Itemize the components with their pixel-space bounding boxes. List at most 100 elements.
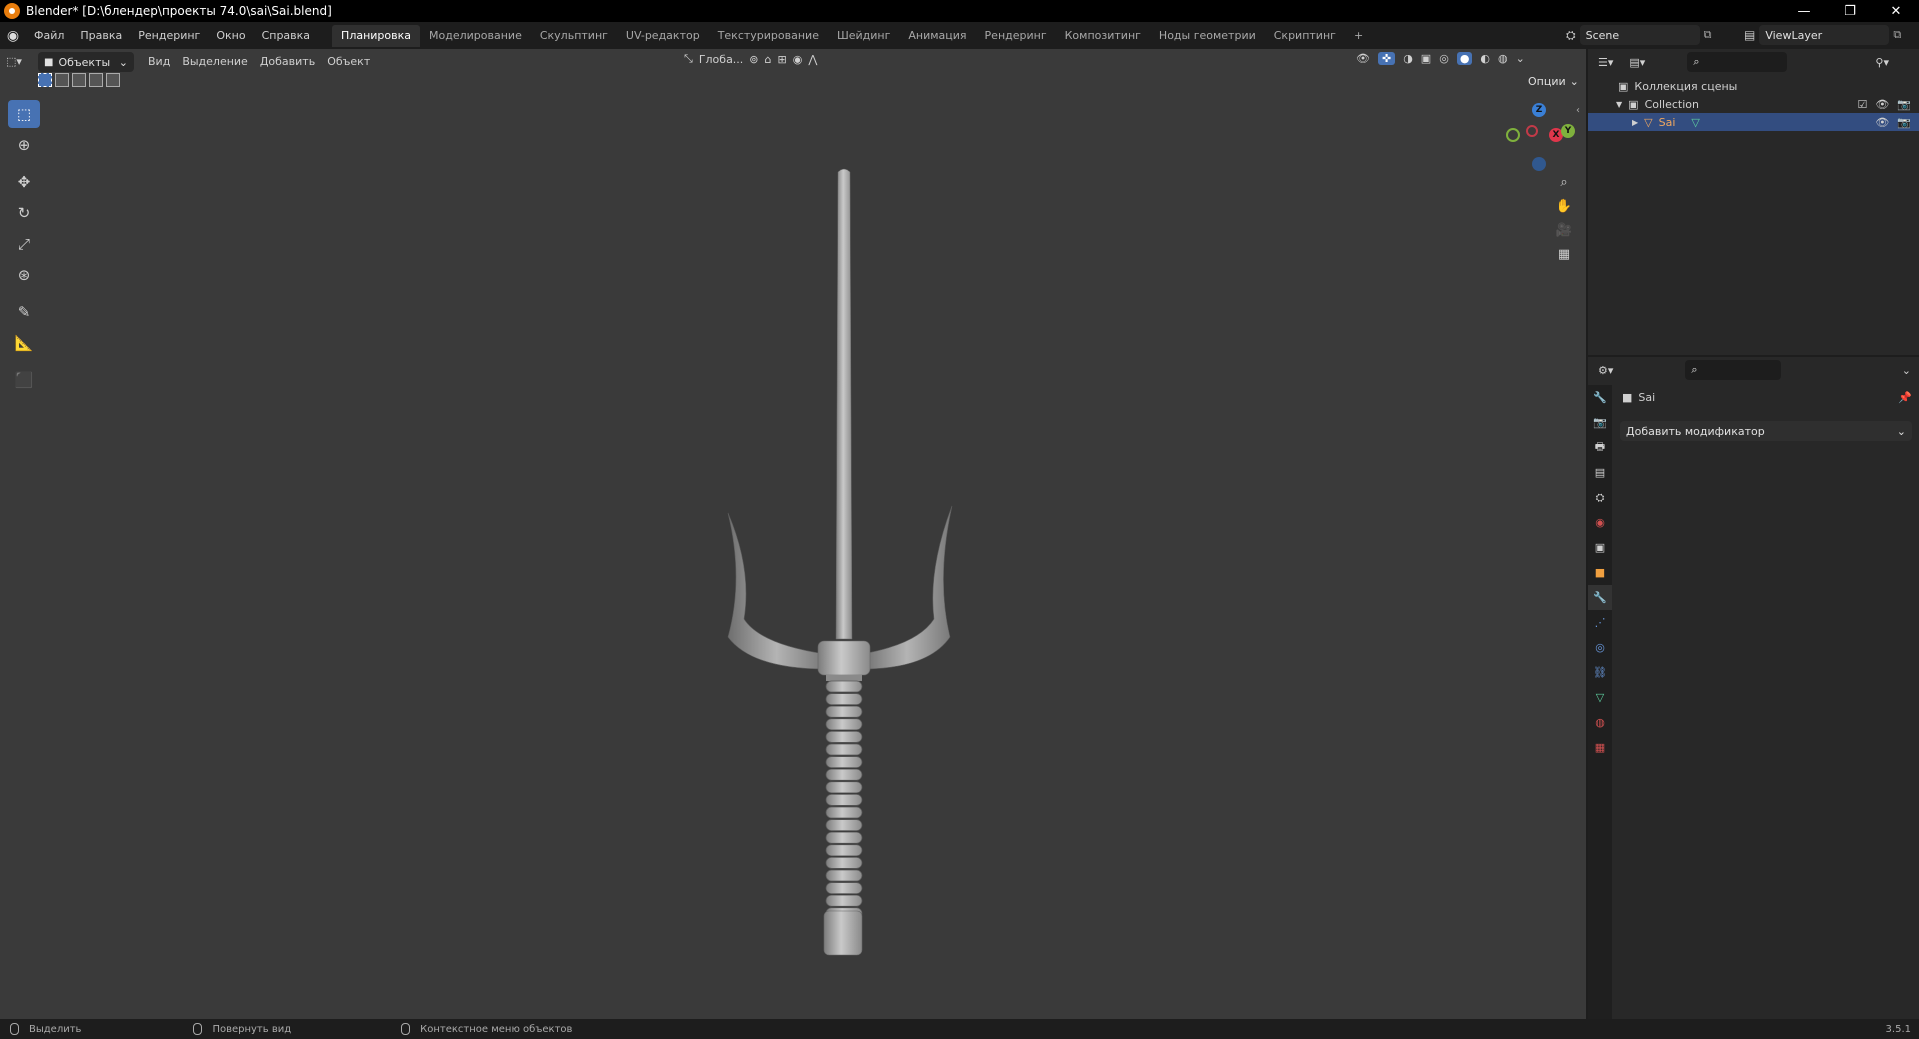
chevron-down-icon[interactable]: ⌄ — [1902, 364, 1911, 377]
outliner-row-collection[interactable]: ▼ ▣ Collection ☑ 👁 📷 — [1588, 95, 1919, 113]
view-layer-icon[interactable]: ▤ — [1744, 28, 1755, 42]
blender-menu-icon[interactable]: ◉ — [0, 28, 26, 44]
data-tab-icon[interactable]: ▽ — [1588, 685, 1612, 710]
output-tab-icon[interactable]: 🖶 — [1588, 435, 1612, 460]
minimize-button[interactable]: — — [1781, 0, 1827, 22]
particles-tab-icon[interactable]: ⋰ — [1588, 610, 1612, 635]
render-camera-icon[interactable]: 📷 — [1897, 98, 1911, 111]
properties-search-input[interactable]: ⌕ — [1685, 360, 1782, 380]
gizmo-z-axis[interactable]: Z — [1532, 103, 1546, 117]
gizmo-neg-x-axis[interactable] — [1526, 125, 1538, 137]
scene-tab-icon[interactable]: ⛭ — [1588, 485, 1612, 510]
camera-view-icon[interactable]: 🎥 — [1552, 218, 1576, 242]
scene-icon[interactable]: ⛭ — [1566, 28, 1576, 43]
select-box-tool-icon[interactable]: ⬚ — [8, 100, 40, 128]
render-tab-icon[interactable]: 📷 — [1588, 410, 1612, 435]
properties-editor-icon[interactable]: ⚙▾ — [1598, 364, 1613, 377]
collection-tab-icon[interactable]: ▣ — [1588, 535, 1612, 560]
new-scene-icon[interactable]: ⧉ — [1704, 28, 1718, 42]
navigation-gizmo[interactable]: Z X Y — [1500, 101, 1576, 177]
transform-tool-icon[interactable]: ⊛ — [8, 261, 40, 289]
rendered-shading-icon[interactable]: ◍ — [1498, 52, 1508, 65]
rotate-tool-icon[interactable]: ↻ — [8, 199, 40, 227]
modifier-tab-icon[interactable]: 🔧 — [1588, 585, 1612, 610]
tab-texture-paint[interactable]: Текстурирование — [709, 25, 828, 47]
options-dropdown[interactable]: Опции ⌄ — [1522, 71, 1582, 91]
visibility-icon[interactable]: 👁 — [1356, 52, 1370, 65]
gizmo-neg-z-axis[interactable] — [1532, 157, 1546, 171]
select-new-icon[interactable] — [38, 73, 52, 87]
add-cube-tool-icon[interactable]: ⬛ — [8, 366, 40, 394]
new-view-layer-icon[interactable]: ⧉ — [1893, 28, 1907, 42]
tab-geometry-nodes[interactable]: Ноды геометрии — [1150, 25, 1265, 47]
tab-rendering[interactable]: Рендеринг — [976, 25, 1056, 47]
close-button[interactable]: ✕ — [1873, 0, 1919, 22]
tab-uv-editing[interactable]: UV-редактор — [617, 25, 709, 47]
gizmo-y-axis[interactable]: Y — [1561, 124, 1575, 138]
outliner-row-sai[interactable]: ▶ ▽ Sai ▽ 👁 📷 — [1588, 113, 1919, 131]
tab-sculpting[interactable]: Скульптинг — [531, 25, 617, 47]
menu-file[interactable]: Файл — [26, 26, 72, 46]
menu-window[interactable]: Окно — [208, 26, 253, 46]
scene-selector[interactable]: Scene — [1579, 25, 1700, 45]
cursor-tool-icon[interactable]: ⊕ — [8, 131, 40, 159]
outliner-search-input[interactable]: ⌕ — [1687, 52, 1788, 72]
zoom-icon[interactable]: ⌕ — [1552, 170, 1576, 194]
texture-tab-icon[interactable]: ▦ — [1588, 735, 1612, 760]
xray-icon[interactable]: ▣ — [1421, 52, 1431, 65]
orientation-selector[interactable]: Глоба... — [699, 53, 743, 66]
pan-hand-icon[interactable]: ✋ — [1552, 194, 1576, 218]
select-extend-icon[interactable] — [55, 73, 69, 87]
tool-tab-icon[interactable]: 🔧 — [1588, 385, 1612, 410]
sai-model[interactable] — [727, 168, 953, 956]
filter-icon[interactable]: ⚲▾ — [1875, 56, 1889, 69]
menu-object[interactable]: Объект — [321, 52, 376, 72]
exclude-checkbox[interactable]: ☑ — [1857, 98, 1867, 111]
visibility-eye-icon[interactable]: 👁 — [1875, 98, 1889, 111]
overlay-icon[interactable]: ◑ — [1403, 52, 1413, 65]
add-modifier-dropdown[interactable]: Добавить модификатор ⌄ — [1620, 421, 1912, 441]
menu-edit[interactable]: Правка — [72, 26, 130, 46]
view-layer-tab-icon[interactable]: ▤ — [1588, 460, 1612, 485]
3d-viewport[interactable]: Z X Y ⌕ ✋ 🎥 ▦ ‹ — [0, 49, 1586, 1019]
shading-options-icon[interactable]: ⌄ — [1516, 52, 1525, 65]
measure-tool-icon[interactable]: 📐 — [8, 329, 40, 357]
sidebar-toggle-icon[interactable]: ‹ — [1576, 105, 1580, 116]
menu-view[interactable]: Вид — [142, 52, 176, 72]
solid-shading-icon[interactable]: ● — [1456, 52, 1473, 65]
tab-scripting[interactable]: Скриптинг — [1265, 25, 1345, 47]
view-layer-selector[interactable]: ViewLayer — [1759, 25, 1890, 45]
gizmo-toggle-icon[interactable]: ✜ — [1377, 52, 1396, 65]
menu-add[interactable]: Добавить — [254, 52, 321, 72]
maximize-button[interactable]: ❐ — [1827, 0, 1873, 22]
mesh-data-icon[interactable]: ▽ — [1691, 116, 1699, 129]
gizmo-neg-y-axis[interactable] — [1506, 128, 1520, 142]
proportional-edit-icon[interactable]: ◉ — [793, 53, 803, 66]
visibility-eye-icon[interactable]: 👁 — [1875, 116, 1889, 129]
move-tool-icon[interactable]: ✥ — [8, 168, 40, 196]
falloff-icon[interactable]: ⋀ — [808, 53, 817, 66]
material-tab-icon[interactable]: ◍ — [1588, 710, 1612, 735]
constraints-tab-icon[interactable]: ⛓ — [1588, 660, 1612, 685]
mode-selector[interactable]: ■ Объекты ⌄ — [38, 52, 134, 72]
scale-tool-icon[interactable]: ⤢ — [8, 230, 40, 258]
ortho-grid-icon[interactable]: ▦ — [1552, 242, 1576, 266]
world-tab-icon[interactable]: ◉ — [1588, 510, 1612, 535]
object-tab-icon[interactable]: ■ — [1588, 560, 1612, 585]
wireframe-shading-icon[interactable]: ◎ — [1439, 52, 1449, 65]
tab-animation[interactable]: Анимация — [899, 25, 975, 47]
tab-modeling[interactable]: Моделирование — [420, 25, 531, 47]
pivot-point-icon[interactable]: ⊚ — [749, 53, 758, 66]
outliner-editor-icon[interactable]: ☰▾ — [1598, 56, 1613, 69]
add-workspace-button[interactable]: + — [1345, 25, 1372, 47]
render-camera-icon[interactable]: 📷 — [1897, 116, 1911, 129]
select-intersect-icon[interactable] — [106, 73, 120, 87]
select-invert-icon[interactable] — [89, 73, 103, 87]
select-subtract-icon[interactable] — [72, 73, 86, 87]
annotate-tool-icon[interactable]: ✎ — [8, 298, 40, 326]
outliner-row-scene-collection[interactable]: ▣ Коллекция сцены — [1588, 77, 1919, 95]
expand-arrow-icon[interactable]: ▶ — [1632, 118, 1638, 127]
material-shading-icon[interactable]: ◐ — [1480, 52, 1490, 65]
expand-arrow-icon[interactable]: ▼ — [1616, 100, 1622, 109]
snap-target-icon[interactable]: ⊞ — [778, 53, 787, 66]
